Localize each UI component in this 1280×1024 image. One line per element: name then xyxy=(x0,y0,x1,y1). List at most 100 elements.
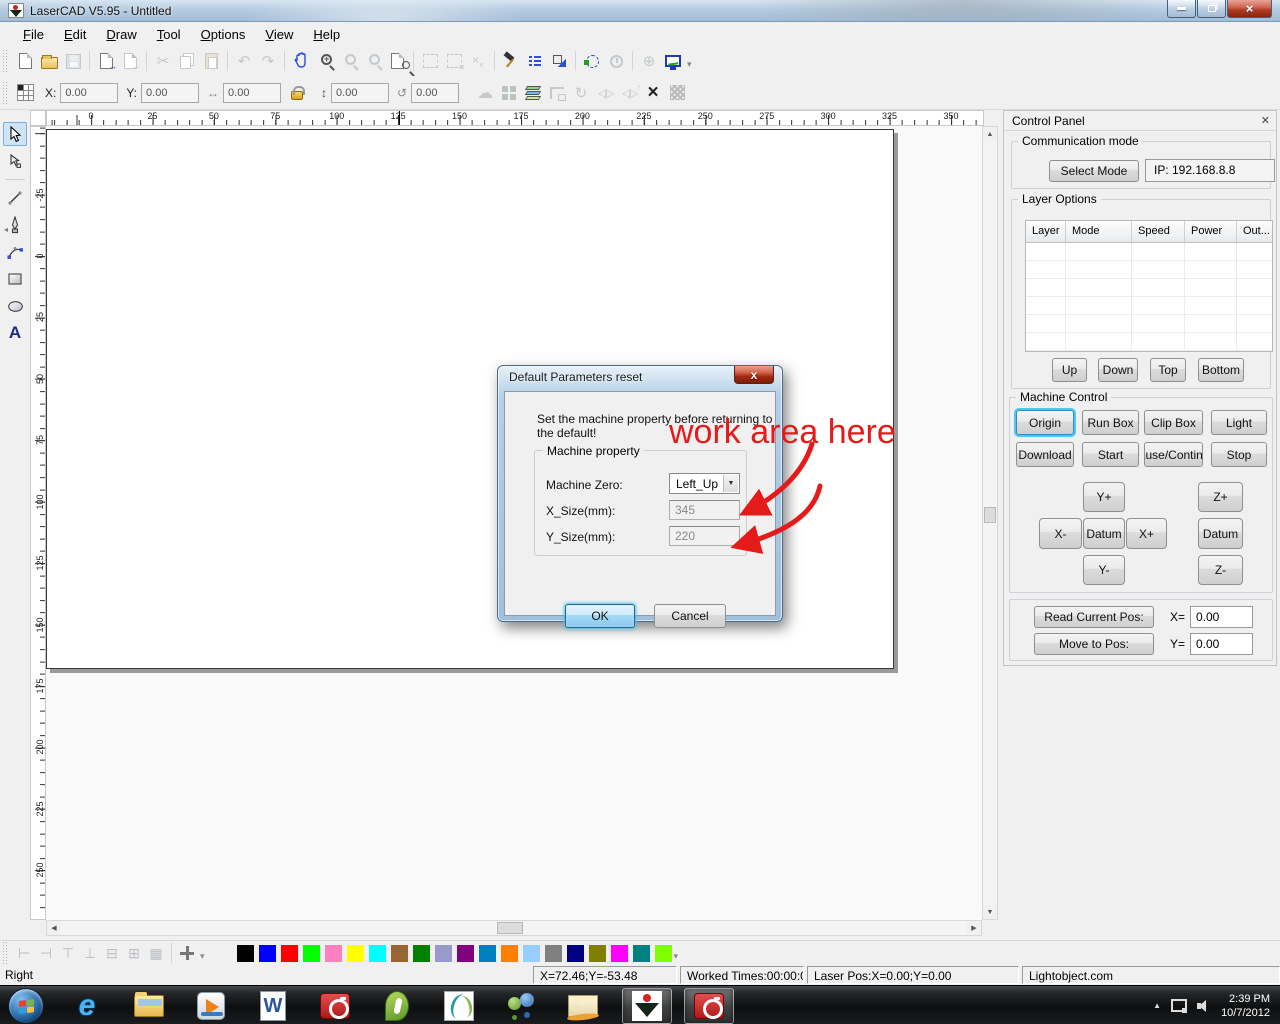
color-swatch[interactable] xyxy=(501,945,518,962)
color-swatch[interactable] xyxy=(413,945,430,962)
taskbar-explorer-icon[interactable] xyxy=(124,988,174,1024)
scroll-right-icon[interactable]: ▶ xyxy=(967,921,981,935)
redo-icon[interactable]: ↷ xyxy=(256,49,280,73)
jog-z-plus-button[interactable]: Z+ xyxy=(1198,482,1243,512)
origin-cross-icon[interactable] xyxy=(180,946,194,960)
taskbar-media-player-icon[interactable] xyxy=(186,988,236,1024)
bottom-grip[interactable] xyxy=(3,942,8,964)
machine-zero-select[interactable]: Left_Up ▼ xyxy=(669,473,740,494)
rotate-input[interactable] xyxy=(411,83,459,103)
height-input[interactable] xyxy=(331,83,389,103)
pause-continue-button[interactable]: Pause/Continue xyxy=(1144,442,1203,467)
control-panel-close-icon[interactable]: ✕ xyxy=(1261,114,1270,127)
taskbar-messenger-icon[interactable] xyxy=(496,988,546,1024)
datum-z-button[interactable]: Datum xyxy=(1198,518,1243,549)
rotate-time-icon[interactable] xyxy=(604,49,628,73)
align-overflow-icon[interactable]: ▾ xyxy=(200,951,205,962)
vertical-scrollbar[interactable]: ▲ ▼ xyxy=(982,126,998,920)
network-icon[interactable] xyxy=(1171,999,1187,1013)
pan-hand-icon[interactable] xyxy=(289,49,313,73)
color-swatch[interactable] xyxy=(479,945,496,962)
scroll-up-icon[interactable]: ▲ xyxy=(983,127,997,141)
layers-icon[interactable] xyxy=(521,81,545,105)
start-button[interactable] xyxy=(8,988,44,1024)
undo-icon[interactable]: ↶ xyxy=(232,49,256,73)
menu-edit[interactable]: Edit xyxy=(55,24,95,45)
align-bottom-icon[interactable]: ⊥ xyxy=(79,943,101,963)
node-list-icon[interactable] xyxy=(523,49,547,73)
lock-ratio-icon[interactable] xyxy=(285,81,309,105)
zoom-in-icon[interactable]: + xyxy=(313,49,337,73)
color-swatch[interactable] xyxy=(633,945,650,962)
group-tiles-icon[interactable] xyxy=(497,81,521,105)
layer-column-header[interactable]: Out... xyxy=(1237,221,1272,243)
align-left-icon[interactable]: ⊢ xyxy=(13,943,35,963)
menu-view[interactable]: View xyxy=(256,24,302,45)
datum-xy-button[interactable]: Datum xyxy=(1083,518,1125,549)
stop-button[interactable]: Stop xyxy=(1211,442,1267,467)
node-select-icon[interactable] xyxy=(547,49,571,73)
export-icon[interactable]: ← xyxy=(118,49,142,73)
x-coord-input[interactable] xyxy=(60,83,118,103)
color-swatch[interactable] xyxy=(523,945,540,962)
speaker-icon[interactable] xyxy=(1197,999,1211,1013)
download-button[interactable]: Download xyxy=(1016,442,1074,467)
y-coord-input[interactable] xyxy=(141,83,199,103)
paste-icon[interactable] xyxy=(199,49,223,73)
layer-table-row[interactable] xyxy=(1026,315,1272,333)
layer-table-row[interactable] xyxy=(1026,243,1272,261)
read-current-pos-button[interactable]: Read Current Pos: xyxy=(1034,606,1154,628)
text-tool[interactable]: A xyxy=(3,321,27,345)
layer-column-header[interactable]: Mode xyxy=(1066,221,1132,243)
layer-table-row[interactable] xyxy=(1026,261,1272,279)
color-swatch[interactable] xyxy=(567,945,584,962)
mirror-horizontal-icon[interactable]: ◁▷ xyxy=(593,81,617,105)
simulate-monitor-icon[interactable] xyxy=(661,49,685,73)
jog-x-minus-button[interactable]: X- xyxy=(1039,518,1082,549)
color-swatch[interactable] xyxy=(611,945,628,962)
layer-table-row[interactable] xyxy=(1026,279,1272,297)
origin-button[interactable]: Origin xyxy=(1016,410,1074,435)
taskbar-lasercad-icon[interactable] xyxy=(622,988,672,1024)
copy-icon[interactable] xyxy=(175,49,199,73)
y-size-input[interactable] xyxy=(669,526,740,546)
weld-cloud-icon[interactable]: ☁ xyxy=(473,81,497,105)
center-vertical-icon[interactable]: ⊞ xyxy=(123,943,145,963)
x-position-input[interactable] xyxy=(1190,606,1253,628)
cut-icon[interactable]: ✂ xyxy=(151,49,175,73)
move-to-pos-button[interactable]: Move to Pos: xyxy=(1034,633,1154,655)
horizontal-scrollbar[interactable]: ◀ ▶ xyxy=(46,920,982,936)
taskbar-design-app-icon[interactable] xyxy=(434,988,484,1024)
menu-draw[interactable]: Draw xyxy=(97,24,145,45)
color-swatch[interactable] xyxy=(589,945,606,962)
toolbar-grip2[interactable] xyxy=(3,82,8,104)
import-icon[interactable]: → xyxy=(94,49,118,73)
bezier-tool[interactable] xyxy=(3,240,27,264)
taskbar-ie-icon[interactable]: e xyxy=(62,988,112,1024)
layer-table[interactable]: LayerModeSpeedPowerOut... xyxy=(1025,220,1273,352)
swap-order-icon[interactable]: × xyxy=(641,81,665,105)
taskbar-mail-icon[interactable] xyxy=(558,988,608,1024)
combo-dropdown-icon[interactable]: ▼ xyxy=(723,475,738,492)
select-tool[interactable] xyxy=(3,122,27,146)
light-button[interactable]: Light xyxy=(1211,410,1267,435)
toolbar-overflow-icon[interactable]: ▾ xyxy=(687,59,692,70)
jog-y-plus-button[interactable]: Y+ xyxy=(1083,482,1125,512)
layer-down-button[interactable]: Down xyxy=(1098,358,1138,382)
menu-options[interactable]: Options xyxy=(192,24,255,45)
add-node-icon[interactable]: × xyxy=(442,49,466,73)
layer-column-header[interactable]: Power xyxy=(1185,221,1237,243)
layer-table-row[interactable] xyxy=(1026,333,1272,351)
ellipse-tool[interactable] xyxy=(3,294,27,318)
color-swatch[interactable] xyxy=(655,945,672,962)
close-button[interactable]: × xyxy=(1227,0,1272,18)
free-rotate-icon[interactable]: ↻ xyxy=(569,81,593,105)
color-swatch[interactable] xyxy=(259,945,276,962)
taskbar-word-icon[interactable]: W xyxy=(248,988,298,1024)
v-scroll-thumb[interactable] xyxy=(984,507,996,523)
select-nodes-icon[interactable] xyxy=(418,49,442,73)
menu-help[interactable]: Help xyxy=(304,24,349,45)
rectangle-tool[interactable] xyxy=(3,267,27,291)
layer-column-header[interactable]: Speed xyxy=(1132,221,1185,243)
color-swatch[interactable] xyxy=(347,945,364,962)
